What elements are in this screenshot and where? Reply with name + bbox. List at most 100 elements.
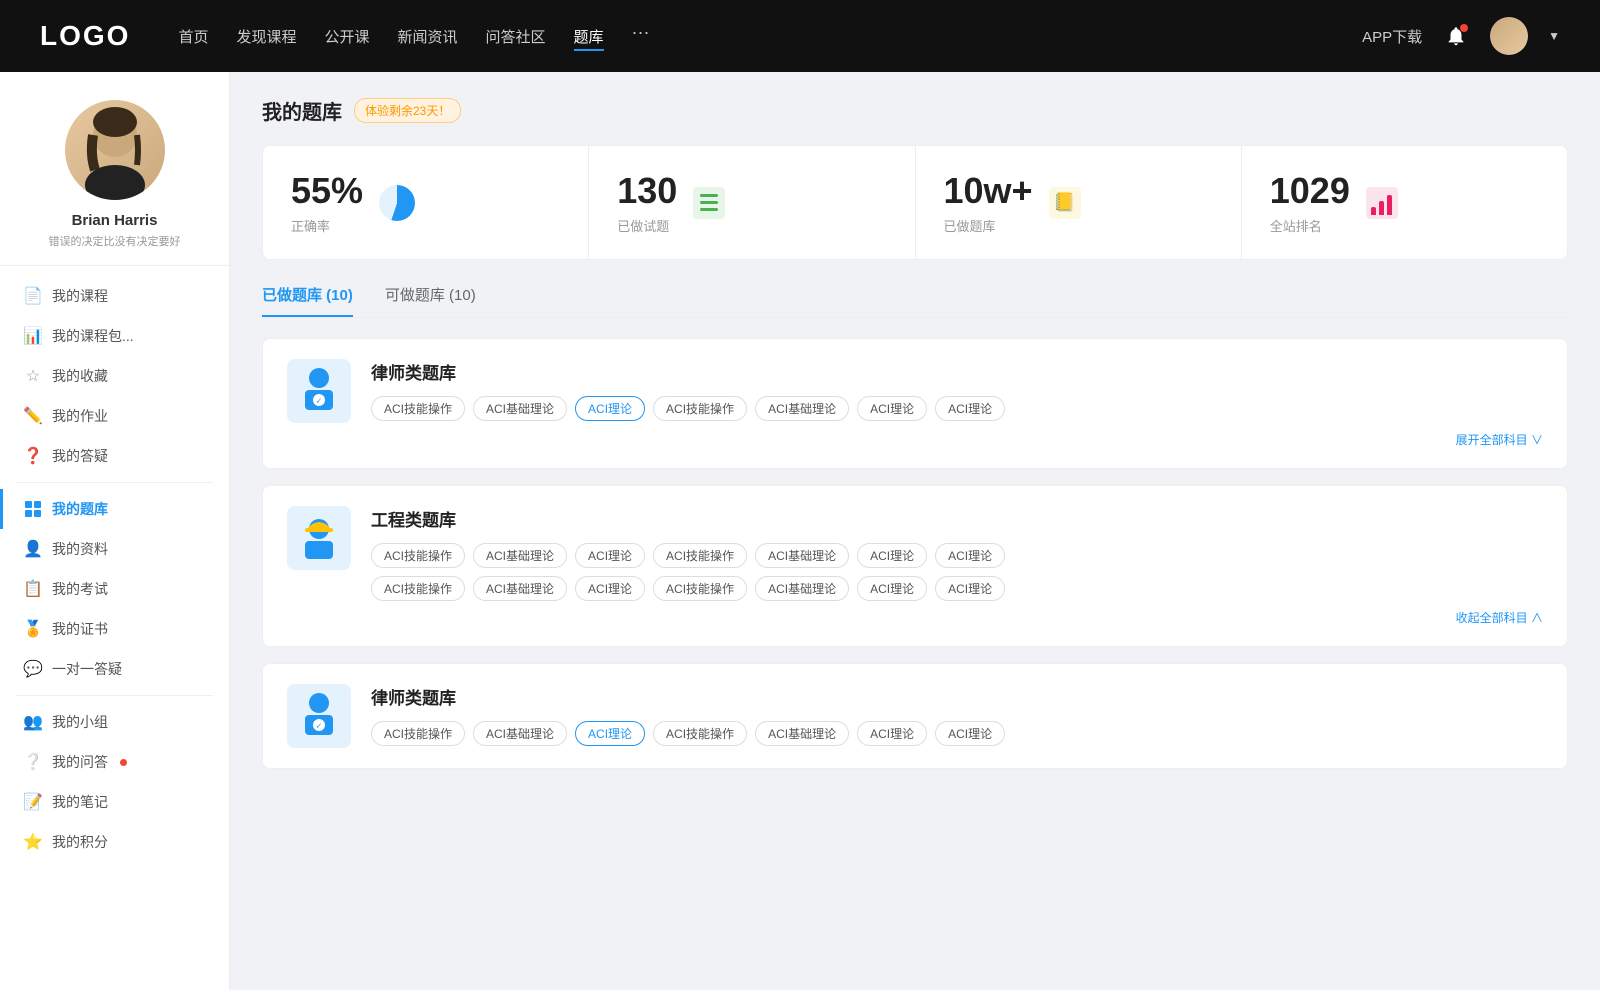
tags-row-1: ACI技能操作 ACI基础理论 ACI理论 ACI技能操作 ACI基础理论 AC… xyxy=(371,396,1543,421)
engineer-svg xyxy=(297,513,341,563)
tag-1-2[interactable]: ACI理论 xyxy=(575,396,645,421)
tag-1-6[interactable]: ACI理论 xyxy=(935,396,1005,421)
bank-icon-lawyer-1: ✓ xyxy=(287,359,351,423)
sidebar-item-question-bank[interactable]: 我的题库 xyxy=(0,489,229,529)
sidebar-item-courses[interactable]: 📄 我的课程 xyxy=(0,276,229,316)
tag-2-2[interactable]: ACI理论 xyxy=(575,543,645,568)
stat-accuracy: 55% 正确率 xyxy=(263,146,589,259)
user-menu-chevron[interactable]: ▼ xyxy=(1548,29,1560,43)
main-layout: Brian Harris 错误的决定比没有决定要好 📄 我的课程 📊 我的课程包… xyxy=(0,72,1600,990)
tag-2-11[interactable]: ACI基础理论 xyxy=(755,576,849,601)
sidebar-item-my-qa[interactable]: ❔ 我的问答 xyxy=(0,742,229,782)
tag-2-4[interactable]: ACI基础理论 xyxy=(755,543,849,568)
sidebar-item-profile[interactable]: 👤 我的资料 xyxy=(0,529,229,569)
user-avatar[interactable] xyxy=(1490,17,1528,55)
nav-links: 首页 发现课程 公开课 新闻资讯 问答社区 题库 ··· xyxy=(178,22,1330,51)
app-download-button[interactable]: APP下载 xyxy=(1362,26,1422,47)
grid-icon xyxy=(24,500,42,518)
tag-3-2[interactable]: ACI理论 xyxy=(575,721,645,746)
sidebar-divider-2 xyxy=(16,695,213,696)
tag-3-1[interactable]: ACI基础理论 xyxy=(473,721,567,746)
tag-2-5[interactable]: ACI理论 xyxy=(857,543,927,568)
bank-title-1: 律师类题库 xyxy=(371,359,1543,384)
bank-icon-engineer xyxy=(287,506,351,570)
list-line-2 xyxy=(700,201,718,204)
sidebar-menu: 📄 我的课程 📊 我的课程包... ☆ 我的收藏 ✏️ 我的作业 ❓ 我的答疑 xyxy=(0,266,229,872)
tag-1-0[interactable]: ACI技能操作 xyxy=(371,396,465,421)
tag-2-8[interactable]: ACI基础理论 xyxy=(473,576,567,601)
avatar-svg xyxy=(65,100,165,200)
sidebar-divider-1 xyxy=(16,482,213,483)
tag-1-3[interactable]: ACI技能操作 xyxy=(653,396,747,421)
nav-right: APP下载 ▼ xyxy=(1362,17,1560,55)
sidebar-item-course-packages[interactable]: 📊 我的课程包... xyxy=(0,316,229,356)
sidebar-item-notes[interactable]: 📝 我的笔记 xyxy=(0,782,229,822)
nav-quiz[interactable]: 题库 xyxy=(574,22,604,51)
logo[interactable]: LOGO xyxy=(40,20,130,52)
bank-footer-1[interactable]: 展开全部科目 ∨ xyxy=(287,431,1543,448)
score-icon: ⭐ xyxy=(24,833,42,851)
bank-body-2: 工程类题库 ACI技能操作 ACI基础理论 ACI理论 ACI技能操作 ACI基… xyxy=(371,506,1543,601)
sidebar-item-one-on-one[interactable]: 💬 一对一答疑 xyxy=(0,649,229,689)
tab-available[interactable]: 可做题库 (10) xyxy=(385,284,476,317)
list-line-3 xyxy=(700,208,718,211)
star-icon: ☆ xyxy=(24,367,42,385)
stat-value-banks: 10w+ 已做题库 xyxy=(944,170,1033,235)
profile-section: Brian Harris 错误的决定比没有决定要好 xyxy=(0,72,229,266)
notification-bell[interactable] xyxy=(1442,22,1470,50)
page-title: 我的题库 xyxy=(262,96,342,125)
tag-2-6[interactable]: ACI理论 xyxy=(935,543,1005,568)
bar-1 xyxy=(1371,207,1376,215)
tab-done[interactable]: 已做题库 (10) xyxy=(262,284,353,317)
profile-motto: 错误的决定比没有决定要好 xyxy=(49,233,181,249)
tags-row-2: ACI技能操作 ACI基础理论 ACI理论 ACI技能操作 ACI基础理论 AC… xyxy=(371,543,1543,568)
note-icon: 📝 xyxy=(24,793,42,811)
bank-card-lawyer-2: ✓ 律师类题库 ACI技能操作 ACI基础理论 ACI理论 ACI技能操作 AC… xyxy=(262,663,1568,769)
lawyer-svg-1: ✓ xyxy=(297,366,341,416)
tag-1-1[interactable]: ACI基础理论 xyxy=(473,396,567,421)
tag-2-12[interactable]: ACI理论 xyxy=(857,576,927,601)
qa-dot xyxy=(120,759,127,766)
tag-2-1[interactable]: ACI基础理论 xyxy=(473,543,567,568)
nav-news[interactable]: 新闻资讯 xyxy=(398,22,458,51)
tag-2-0[interactable]: ACI技能操作 xyxy=(371,543,465,568)
sidebar: Brian Harris 错误的决定比没有决定要好 📄 我的课程 📊 我的课程包… xyxy=(0,72,230,990)
bank-icon-lawyer-2: ✓ xyxy=(287,684,351,748)
bar-icon: 📊 xyxy=(24,327,42,345)
tag-1-5[interactable]: ACI理论 xyxy=(857,396,927,421)
tag-3-0[interactable]: ACI技能操作 xyxy=(371,721,465,746)
sidebar-item-exam[interactable]: 📋 我的考试 xyxy=(0,569,229,609)
sidebar-item-qa[interactable]: ❓ 我的答疑 xyxy=(0,436,229,476)
tag-2-10[interactable]: ACI技能操作 xyxy=(653,576,747,601)
tag-2-3[interactable]: ACI技能操作 xyxy=(653,543,747,568)
svg-text:✓: ✓ xyxy=(316,397,323,406)
tag-2-7[interactable]: ACI技能操作 xyxy=(371,576,465,601)
nav-discover[interactable]: 发现课程 xyxy=(236,22,296,51)
tag-3-4[interactable]: ACI基础理论 xyxy=(755,721,849,746)
nav-home[interactable]: 首页 xyxy=(178,22,208,51)
tag-2-9[interactable]: ACI理论 xyxy=(575,576,645,601)
tag-3-5[interactable]: ACI理论 xyxy=(857,721,927,746)
person-icon: 👤 xyxy=(24,540,42,558)
sidebar-item-homework[interactable]: ✏️ 我的作业 xyxy=(0,396,229,436)
tag-3-6[interactable]: ACI理论 xyxy=(935,721,1005,746)
avatar-image xyxy=(1490,17,1528,55)
sidebar-item-favorites[interactable]: ☆ 我的收藏 xyxy=(0,356,229,396)
tag-3-3[interactable]: ACI技能操作 xyxy=(653,721,747,746)
nav-qa[interactable]: 问答社区 xyxy=(486,22,546,51)
sidebar-item-group[interactable]: 👥 我的小组 xyxy=(0,702,229,742)
navbar: LOGO 首页 发现课程 公开课 新闻资讯 问答社区 题库 ··· APP下载 … xyxy=(0,0,1600,72)
accuracy-pie-chart xyxy=(379,185,415,221)
nav-more[interactable]: ··· xyxy=(632,22,650,51)
tag-1-4[interactable]: ACI基础理论 xyxy=(755,396,849,421)
edit-icon: ✏️ xyxy=(24,407,42,425)
lawyer-svg-2: ✓ xyxy=(297,691,341,741)
nav-open-course[interactable]: 公开课 xyxy=(324,22,369,51)
tag-2-13[interactable]: ACI理论 xyxy=(935,576,1005,601)
bank-footer-2[interactable]: 收起全部科目 ∧ xyxy=(287,609,1543,626)
sidebar-item-points[interactable]: ⭐ 我的积分 xyxy=(0,822,229,862)
bank-header-2: 工程类题库 ACI技能操作 ACI基础理论 ACI理论 ACI技能操作 ACI基… xyxy=(287,506,1543,601)
list-line-1 xyxy=(700,194,718,197)
sidebar-item-certificate[interactable]: 🏅 我的证书 xyxy=(0,609,229,649)
qa-icon: ❔ xyxy=(24,753,42,771)
